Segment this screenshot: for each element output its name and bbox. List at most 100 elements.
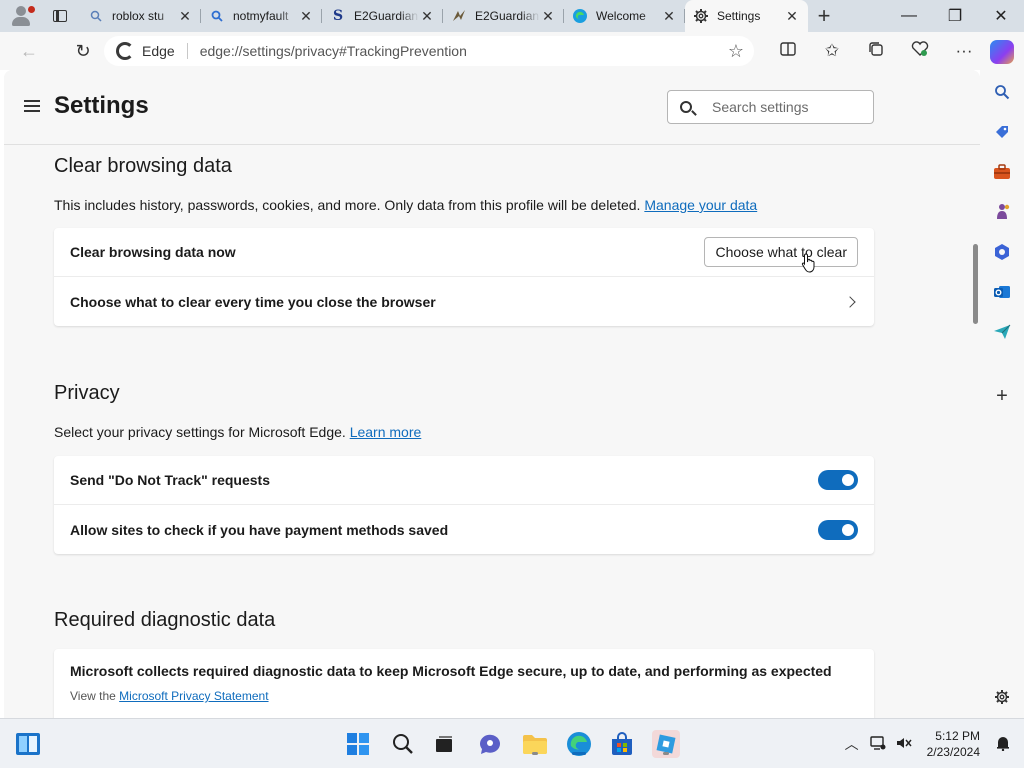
sidebar-office-icon[interactable]	[990, 240, 1014, 264]
tab-title: Welcome	[596, 9, 646, 23]
privacy-title: Privacy	[54, 382, 120, 404]
hand-cursor-icon	[801, 253, 815, 273]
sidebar-shopping-icon[interactable]	[990, 120, 1014, 144]
taskbar-search-icon[interactable]	[389, 730, 417, 758]
edge-taskbar-icon[interactable]	[565, 730, 593, 758]
notification-bell-icon[interactable]	[990, 735, 1016, 754]
windows-taskbar: ︿ 5:12 PM 2/23/2024	[0, 718, 1024, 768]
clear-browsing-description: This includes history, passwords, cookie…	[54, 197, 758, 213]
diagnostic-main-text: Microsoft collects required diagnostic d…	[70, 663, 832, 679]
file-explorer-icon[interactable]	[521, 730, 549, 758]
more-menu-icon[interactable]: ···	[942, 41, 986, 61]
settings-header: Settings Search settings	[4, 70, 980, 145]
diagnostic-sub-text: View the Microsoft Privacy Statement	[70, 689, 269, 703]
close-icon: ✕	[994, 8, 1008, 25]
system-clock[interactable]: 5:12 PM 2/23/2024	[917, 728, 990, 760]
collections-icon[interactable]	[854, 41, 898, 62]
clear-now-row: Clear browsing data now Choose what to c…	[54, 228, 874, 277]
search-placeholder: Search settings	[712, 99, 809, 115]
new-tab-button[interactable]: +	[808, 0, 840, 32]
volume-muted-icon[interactable]	[891, 736, 917, 753]
privacy-card: Send "Do Not Track" requests Allow sites…	[54, 456, 874, 554]
browser-essentials-icon[interactable]	[898, 40, 942, 62]
split-screen-icon[interactable]	[766, 41, 810, 61]
menu-hamburger-icon[interactable]	[24, 100, 40, 112]
microsoft-store-icon[interactable]	[608, 730, 636, 758]
learn-more-link[interactable]: Learn more	[350, 424, 422, 440]
address-bar[interactable]: Edge edge://settings/privacy#TrackingPre…	[104, 36, 754, 66]
close-tab-icon[interactable]: ✕	[177, 8, 193, 25]
privacy-statement-link[interactable]: Microsoft Privacy Statement	[119, 689, 268, 703]
roblox-studio-icon[interactable]	[652, 730, 680, 758]
close-tab-icon[interactable]: ✕	[661, 8, 677, 25]
chevron-right-icon	[844, 295, 856, 308]
privacy-description: Select your privacy settings for Microso…	[54, 424, 422, 440]
close-tab-icon[interactable]: ✕	[540, 8, 556, 25]
sidebar-tools-icon[interactable]	[990, 160, 1014, 184]
back-button[interactable]: ←	[10, 35, 48, 67]
restore-icon: ❐	[947, 8, 963, 25]
show-hidden-icons-chevron-icon[interactable]: ︿	[839, 734, 865, 754]
choose-what-to-clear-button[interactable]: Choose what to clear	[704, 237, 858, 267]
clear-on-close-row[interactable]: Choose what to clear every time you clos…	[54, 277, 874, 326]
minimize-button[interactable]: —	[886, 0, 932, 32]
do-not-track-toggle[interactable]	[818, 470, 858, 490]
favorite-star-icon[interactable]: ☆	[718, 41, 754, 62]
sidebar-games-icon[interactable]	[990, 200, 1014, 224]
chat-icon[interactable]	[476, 730, 504, 758]
tab-title: Settings	[717, 9, 761, 23]
payment-methods-toggle[interactable]	[818, 519, 858, 540]
clear-now-label: Clear browsing data now	[70, 244, 236, 260]
clock-time: 5:12 PM	[935, 729, 980, 743]
tab-title: roblox stu	[112, 9, 165, 23]
tab-title: E2Guardian	[354, 9, 419, 23]
clear-browsing-card: Clear browsing data now Choose what to c…	[54, 228, 874, 326]
search-settings-input[interactable]: Search settings	[667, 90, 874, 124]
profile-avatar[interactable]	[0, 0, 40, 32]
gear-icon	[693, 8, 709, 24]
search-icon	[88, 8, 104, 24]
edge-icon	[572, 8, 588, 24]
clear-on-close-label: Choose what to clear every time you clos…	[70, 293, 436, 310]
tab-settings[interactable]: Settings ✕	[685, 0, 808, 32]
task-view-icon[interactable]	[430, 730, 458, 758]
window-controls: — ❐ ✕	[886, 0, 1024, 32]
page-scrollbar[interactable]	[970, 70, 980, 718]
copilot-icon[interactable]	[990, 40, 1014, 64]
sidebar-search-icon[interactable]	[990, 80, 1014, 104]
vertical-tabs-icon	[53, 10, 67, 22]
close-tab-icon[interactable]: ✕	[784, 8, 800, 25]
url-text[interactable]: edge://settings/privacy#TrackingPreventi…	[188, 43, 718, 59]
close-window-button[interactable]: ✕	[978, 0, 1024, 32]
refresh-icon: ↻	[75, 40, 91, 61]
refresh-button[interactable]: ↻	[64, 35, 102, 67]
restore-button[interactable]: ❐	[932, 0, 978, 32]
tab-roblox[interactable]: roblox stu ✕	[80, 0, 201, 32]
tab-notmyfault[interactable]: notmyfault ✕	[201, 0, 322, 32]
sidebar-add-icon[interactable]: +	[990, 384, 1014, 408]
widgets-icon[interactable]	[14, 730, 42, 758]
network-icon[interactable]	[865, 735, 891, 753]
settings-page: Settings Search settings Clear browsing …	[4, 70, 980, 718]
tab-e2guardian-1[interactable]: S E2Guardian ✕	[322, 0, 443, 32]
start-button[interactable]	[344, 730, 372, 758]
manage-your-data-link[interactable]: Manage your data	[644, 197, 757, 213]
close-tab-icon[interactable]: ✕	[298, 8, 314, 25]
tab-e2guardian-2[interactable]: E2Guardian ✕	[443, 0, 564, 32]
close-tab-icon[interactable]: ✕	[419, 8, 435, 25]
favorites-icon[interactable]: ✩	[810, 41, 854, 61]
minimize-icon: —	[901, 7, 917, 24]
scrollbar-thumb[interactable]	[973, 244, 978, 324]
back-arrow-icon: ←	[20, 40, 38, 61]
system-tray: ︿ 5:12 PM 2/23/2024	[839, 719, 1024, 768]
plus-icon: +	[817, 3, 831, 28]
toolbar-icons: ✩ ···	[766, 32, 986, 70]
sidebar-settings-gear-icon[interactable]	[990, 685, 1014, 709]
sidebar-drop-icon[interactable]	[990, 320, 1014, 344]
payment-methods-label: Allow sites to check if you have payment…	[70, 521, 449, 538]
notification-dot	[28, 6, 35, 13]
tab-actions-button[interactable]	[40, 0, 80, 32]
diagnostic-card: Microsoft collects required diagnostic d…	[54, 649, 874, 718]
sidebar-outlook-icon[interactable]	[990, 280, 1014, 304]
tab-welcome[interactable]: Welcome ✕	[564, 0, 685, 32]
